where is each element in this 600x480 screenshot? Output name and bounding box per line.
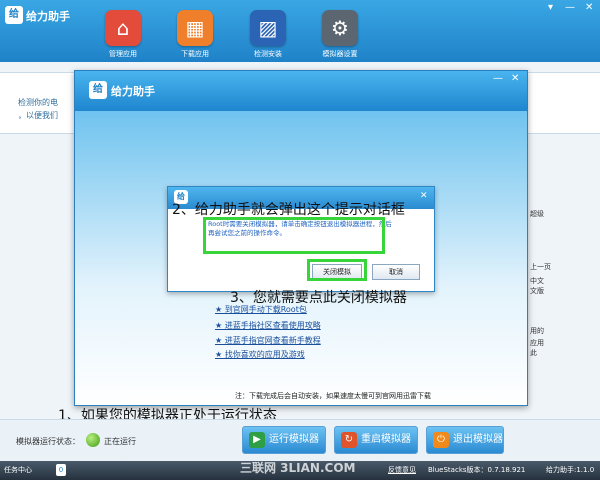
dialog-logo: 给 xyxy=(89,81,107,99)
side-text-4: 用的 xyxy=(530,327,544,335)
status-label: 模拟器运行状态： xyxy=(16,437,80,446)
link-community-guide[interactable]: ★ 进蓝手指社区查看使用攻略 xyxy=(215,320,321,331)
link-find-apps[interactable]: ★ 找你喜欢的应用及游戏 xyxy=(215,349,305,360)
side-text-2: 上一页 xyxy=(530,263,551,271)
side-text-5: 应用 此 xyxy=(530,339,544,357)
nav-detect-install[interactable]: ▨ 检测安装 xyxy=(238,10,298,70)
download-note: 注：下载完成后会自动安装，如果速度太慢可到官网用迅雷下载 xyxy=(235,392,431,400)
restart-emulator-button[interactable]: ↻ 重启模拟器 xyxy=(334,426,418,454)
close-button[interactable]: ✕ xyxy=(585,2,593,13)
dialog-minimize-button[interactable]: — xyxy=(493,73,503,84)
task-center-button[interactable]: 任务中心 xyxy=(4,465,32,475)
task-badge: 0 xyxy=(56,464,66,476)
nav-label: 模拟器设置 xyxy=(322,50,358,58)
side-text-1: 超级 xyxy=(530,210,544,218)
grid-icon: ▦ xyxy=(177,10,213,46)
minimize-button[interactable]: — xyxy=(565,2,575,13)
info-line-1: 检测你的电 xyxy=(18,98,58,107)
dialog-close-button[interactable]: ✕ xyxy=(511,73,519,84)
run-emulator-label: 运行模拟器 xyxy=(269,434,319,445)
nav-download-apps[interactable]: ▦ 下载应用 xyxy=(165,10,225,70)
watermark: 三联网 3LIAN.COM xyxy=(240,461,356,475)
status-dot-icon xyxy=(86,433,100,447)
restart-icon: ↻ xyxy=(341,432,357,448)
cancel-button[interactable]: 取消 xyxy=(372,264,420,280)
link-official-tutorial[interactable]: ★ 进蓝手指官网查看新手教程 xyxy=(215,335,321,346)
nav-manage-apps[interactable]: ⌂ 管理应用 xyxy=(93,10,153,70)
helper-version: 给力助手:1.1.0 xyxy=(546,466,595,474)
root-dialog-close-button[interactable]: ✕ xyxy=(420,191,428,201)
feedback-link[interactable]: 反馈意见 xyxy=(388,465,416,475)
home-icon: ⌂ xyxy=(105,10,141,46)
annotation-2: 2、给力助手就会弹出这个提示对话框 xyxy=(172,202,405,218)
gear-icon: ⚙ xyxy=(322,10,358,46)
play-icon: ▶ xyxy=(249,432,265,448)
annotation-3: 3、您就需要点此关闭模拟器 xyxy=(230,290,407,306)
app-logo: 给 xyxy=(5,6,23,24)
status-value: 正在运行 xyxy=(104,437,136,446)
nav-label: 管理应用 xyxy=(109,50,137,58)
top-bar xyxy=(0,0,600,62)
nav-emulator-settings[interactable]: ⚙ 模拟器设置 xyxy=(310,10,370,70)
bluestacks-version: BlueStacks版本：0.7.18.921 xyxy=(428,466,526,474)
message-highlight xyxy=(203,217,385,254)
side-text-3: 中文 文版 xyxy=(530,277,544,295)
skin-icon[interactable]: ▾ xyxy=(548,2,553,13)
nav-label: 下载应用 xyxy=(181,50,209,58)
restart-emulator-label: 重启模拟器 xyxy=(361,434,411,445)
run-emulator-button[interactable]: ▶ 运行模拟器 xyxy=(242,426,326,454)
close-button-highlight xyxy=(307,259,367,281)
app-title: 给力助手 xyxy=(26,10,70,23)
nav-label: 检测安装 xyxy=(254,50,282,58)
power-icon: ⏻ xyxy=(433,432,449,448)
map-icon: ▨ xyxy=(250,10,286,46)
helper-dialog-title: 给力助手 xyxy=(111,85,155,98)
exit-emulator-button[interactable]: ⏻ 退出模拟器 xyxy=(426,426,504,454)
info-line-2: ，以便我们 xyxy=(18,111,58,120)
exit-emulator-label: 退出模拟器 xyxy=(453,434,503,445)
